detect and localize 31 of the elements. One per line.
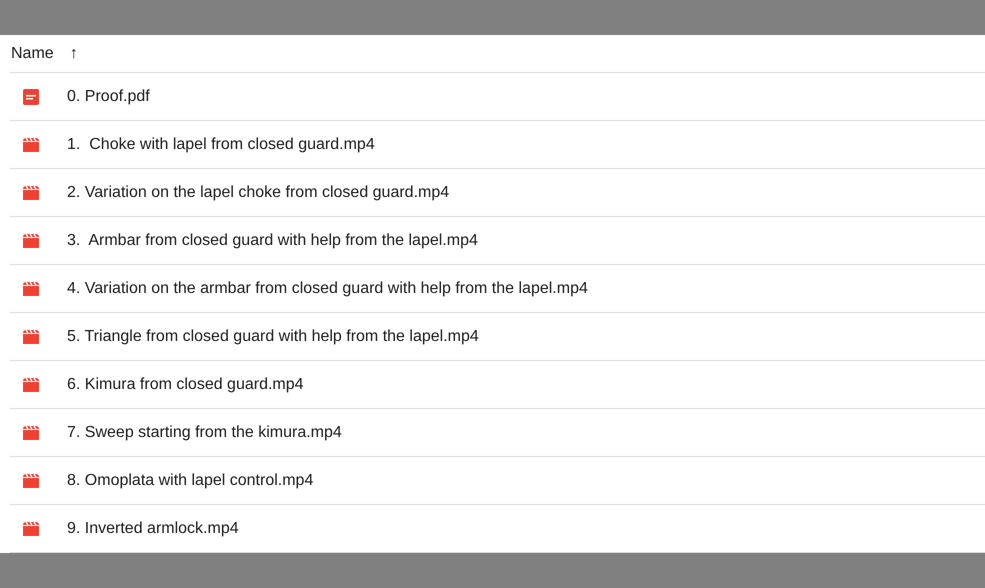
file-row[interactable]: 2. Variation on the lapel choke from closed guard.mp4	[10, 169, 985, 217]
file-row[interactable]: 4. Variation on the armbar from closed guard with help from the lapel.mp4	[10, 265, 985, 313]
file-name: 0. Proof.pdf	[67, 86, 150, 106]
file-name: 1. Choke with lapel from closed guard.mp4	[67, 134, 375, 154]
file-name: 4. Variation on the armbar from closed guard with help from the lapel.mp4	[67, 278, 588, 298]
video-file-icon	[23, 474, 39, 488]
file-row[interactable]: 3. Armbar from closed guard with help from the lapel.mp4	[10, 217, 985, 265]
file-name: 3. Armbar from closed guard with help from the lapel.mp4	[67, 230, 478, 250]
video-file-icon	[23, 138, 39, 152]
sort-arrow[interactable]: ↑	[70, 42, 78, 66]
file-row[interactable]: 5. Triangle from closed guard with help from the lapel.mp4	[10, 313, 985, 361]
file-row[interactable]: 0. Proof.pdf	[10, 73, 985, 121]
video-file-icon	[23, 186, 39, 200]
video-file-icon	[23, 330, 39, 344]
pdf-file-icon	[23, 88, 39, 104]
video-file-icon	[23, 234, 39, 248]
file-name: 2. Variation on the lapel choke from closed guard.mp4	[67, 182, 450, 202]
file-name: 5. Triangle from closed guard with help from the lapel.mp4	[67, 326, 479, 346]
file-row[interactable]: 1. Choke with lapel from closed guard.mp4	[10, 121, 985, 169]
file-name: 7. Sweep starting from the kimura.mp4	[67, 422, 342, 442]
file-row[interactable]: 7. Sweep starting from the kimura.mp4	[10, 409, 985, 457]
file-name: 6. Kimura from closed guard.mp4	[67, 374, 304, 394]
video-file-icon	[23, 282, 39, 296]
column-header[interactable]: Name	[11, 42, 54, 66]
file-name: 8. Omoplata with lapel control.mp4	[67, 470, 314, 490]
video-file-icon	[23, 426, 39, 440]
file-row[interactable]: 8. Omoplata with lapel control.mp4	[10, 457, 985, 505]
video-file-icon	[23, 522, 39, 536]
file-name: 9. Inverted armlock.mp4	[67, 518, 239, 538]
video-file-icon	[23, 378, 39, 392]
file-row[interactable]: 6. Kimura from closed guard.mp4	[10, 361, 985, 409]
